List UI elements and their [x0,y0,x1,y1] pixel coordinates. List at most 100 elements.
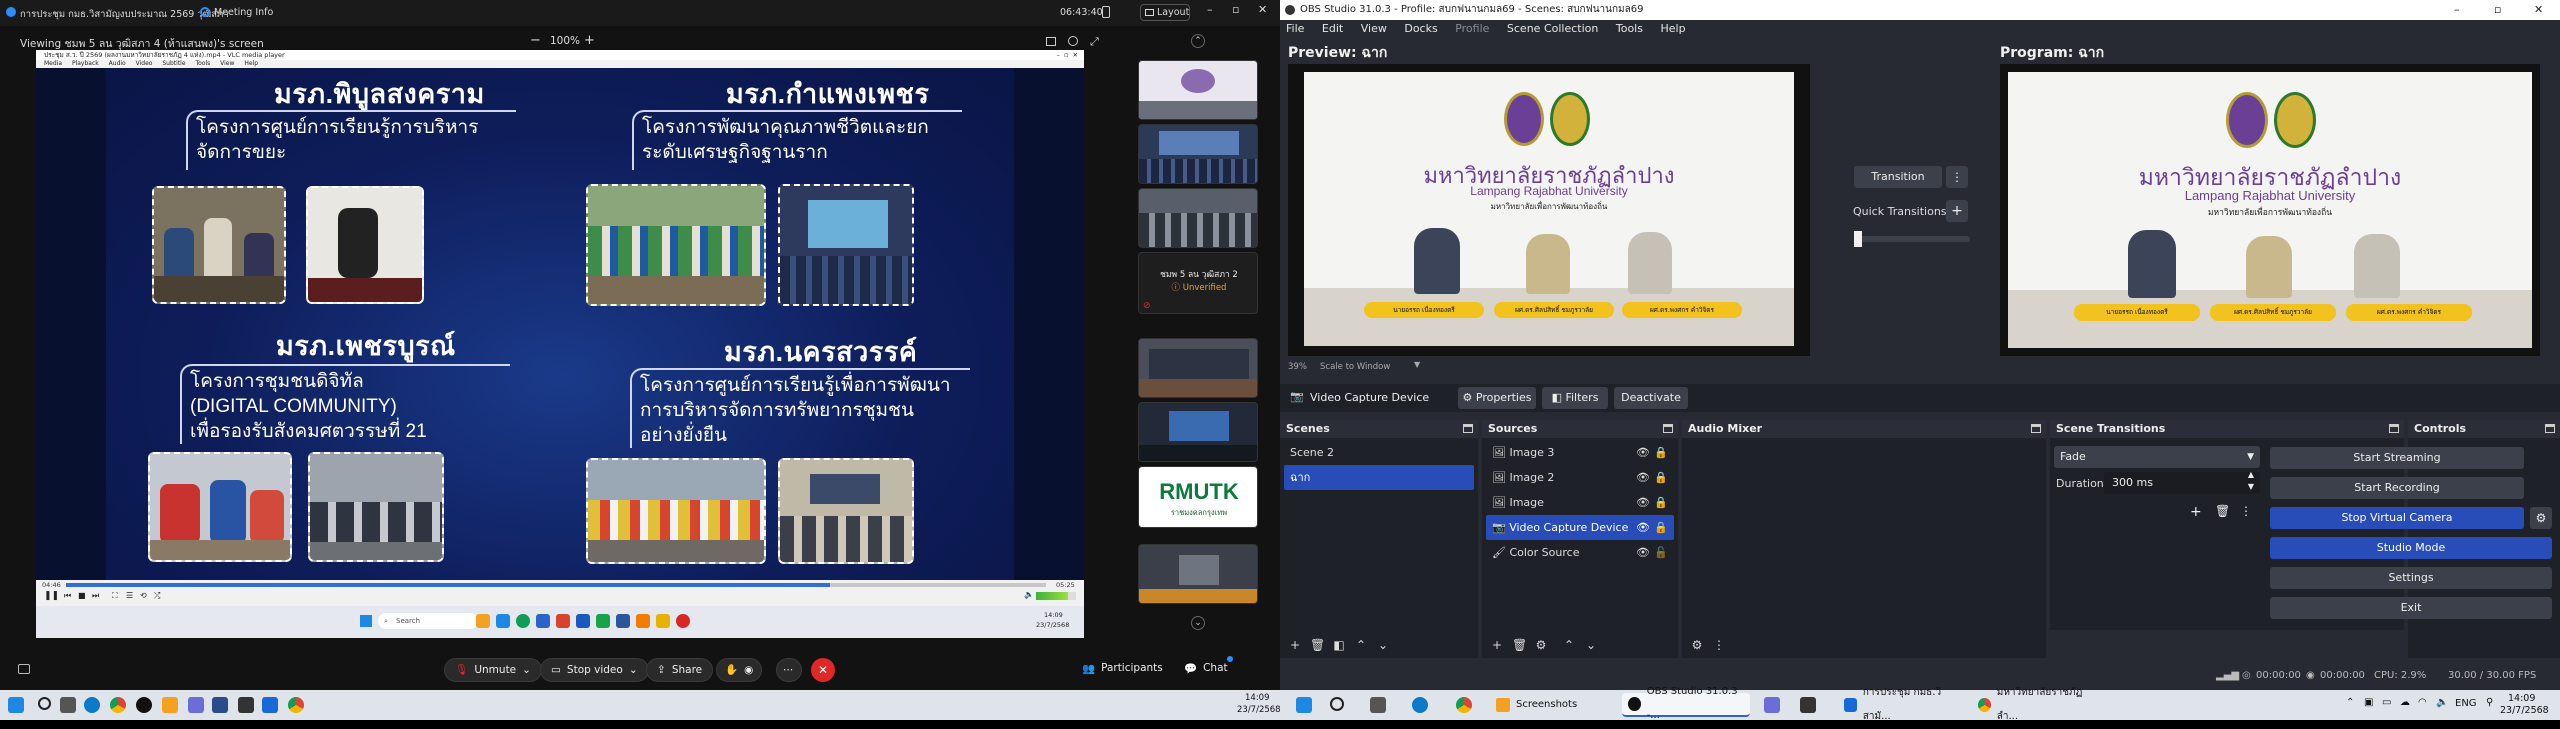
reactions-button[interactable]: ✋ ◉ [716,658,763,682]
source-item[interactable]: 🖼 Image 👁 🔒 [1486,490,1674,515]
obs-menu-profile[interactable]: Profile [1455,22,1489,35]
tray-app-icon[interactable]: ▣ [2364,697,2373,708]
vlc-menu-audio[interactable]: Audio [109,60,126,67]
participant-thumb-1[interactable] [1138,60,1258,120]
advanced-audio-icon[interactable]: ⚙ [1690,638,1704,652]
scroll-down-icon[interactable]: ⌄ [1191,616,1205,630]
leave-button[interactable]: ✕ [811,658,835,682]
source-item-selected[interactable]: 📷 Video Capture Device 👁 🔒 [1486,515,1674,540]
scene-filters-icon[interactable]: ◧ [1332,638,1346,652]
remove-source-icon[interactable]: 🗑 [1512,638,1527,652]
source-properties-icon[interactable]: ⚙ [1534,638,1548,652]
participant-thumb-8[interactable] [1138,544,1258,604]
vlc-menu-view[interactable]: View [220,60,234,67]
transition-menu-icon[interactable]: ⋮ [1946,166,1968,188]
vlc-menu-tools[interactable]: Tools [195,60,210,67]
participant-thumb-5[interactable] [1138,338,1258,398]
obs-menu-edit[interactable]: Edit [1322,22,1343,35]
source-item[interactable]: 🖼 Image 3 👁 🔒 [1486,440,1674,465]
settings-button[interactable]: Settings [2270,567,2552,589]
participants-button[interactable]: 👥 Participants [1082,662,1163,675]
start-icon[interactable] [1296,697,1312,713]
obs-menu-help[interactable]: Help [1660,22,1685,35]
layout-button[interactable]: Layout [1140,4,1190,21]
scroll-up-icon[interactable]: ⌃ [1191,34,1205,48]
start-streaming-button[interactable]: Start Streaming [2270,447,2524,469]
add-source-icon[interactable]: + [1490,638,1504,652]
vlc-play-pause-button[interactable]: ❚❚ [44,591,59,601]
zoom-in-button[interactable]: + [584,33,595,48]
visibility-eye-icon[interactable]: 👁 [1636,440,1650,465]
obs-menu-tools[interactable]: Tools [1616,22,1643,35]
app-icon[interactable] [238,697,254,713]
tbar-slider[interactable] [1854,231,1970,247]
scene-item[interactable]: Scene 2 [1284,440,1474,465]
maximize-button[interactable]: ▫ [1232,3,1239,16]
edge-icon[interactable] [1412,697,1428,713]
scene-item-selected[interactable]: ฉาก [1284,465,1474,490]
vlc-next-button[interactable]: ⏭ [92,591,99,601]
fullscreen-icon[interactable]: ⤢ [1090,35,1099,49]
task-view-icon[interactable] [1370,697,1386,713]
app-icon[interactable] [188,697,204,713]
language-indicator[interactable]: ENG [2455,698,2477,709]
chrome-icon[interactable] [110,697,126,713]
tray-chevron-icon[interactable]: ⌃ [2346,697,2354,708]
vlc-menu-help[interactable]: Help [244,60,258,67]
taskbar-app-obs[interactable]: OBS Studio 31.0.3 -... [1622,686,1750,721]
move-down-icon[interactable]: ⌄ [1376,638,1390,652]
add-quick-transition-button[interactable]: + [1946,200,1968,222]
obs-menu-scene-collection[interactable]: Scene Collection [1507,22,1598,35]
app-icon[interactable] [1764,697,1780,713]
add-scene-icon[interactable]: + [1288,638,1302,652]
vlc-loop-button[interactable]: ⟲ [140,591,147,600]
studio-mode-button[interactable]: Studio Mode [2270,537,2552,559]
close-button[interactable]: ✕ [1258,3,1267,16]
virtual-camera-settings-icon[interactable]: ⚙ [2530,507,2552,529]
properties-button[interactable]: ⚙ Properties [1458,387,1536,409]
zoom-view-icon[interactable] [1068,36,1078,46]
filters-button[interactable]: ◧ Filters [1542,387,1608,409]
transition-properties-icon[interactable]: ⋮ [2240,504,2252,518]
vlc-menu-playback[interactable]: Playback [72,60,99,67]
transition-button[interactable]: Transition [1854,166,1942,188]
tbar-handle[interactable] [1854,231,1862,247]
tab-meeting-info[interactable]: Meeting Info [214,7,273,18]
chat-button[interactable]: 💬 Chat [1184,662,1228,675]
vlc-seek-bar[interactable] [66,583,1046,587]
start-icon[interactable] [8,697,24,713]
source-item[interactable]: 🖌 Color Source 👁 🔓 [1486,540,1674,565]
popout-icon[interactable] [1046,37,1056,46]
search-icon[interactable] [38,697,51,710]
participant-thumb-2[interactable] [1138,124,1258,184]
tab-meeting[interactable]: การประชุม กมธ.วิสามัญงบประมาณ 2569 วุฒิส… [20,7,229,22]
visibility-eye-icon[interactable]: 👁 [1636,465,1650,490]
lock-icon[interactable]: 🔒 [1654,440,1668,465]
unlock-icon[interactable]: 🔓 [1654,540,1668,565]
task-view-icon[interactable] [60,697,76,713]
notification-icon[interactable]: ⚲ [2486,697,2493,708]
taskbar-app-screenshots[interactable]: Screenshots [1490,693,1602,717]
lock-icon[interactable]: 🔒 [1654,490,1668,515]
vlc-menu-media[interactable]: Media [44,60,62,67]
obs-menu-docks[interactable]: Docks [1404,22,1437,35]
vlc-prev-button[interactable]: ⏮ [64,591,71,601]
move-up-icon[interactable]: ⌃ [1354,638,1368,652]
vlc-volume-slider[interactable] [1036,592,1076,600]
obs-icon[interactable] [136,697,152,713]
zoom-out-button[interactable]: − [530,33,541,48]
stop-video-button[interactable]: ▭ Stop video ⌄ [540,658,649,682]
mixer-menu-icon[interactable]: ⋮ [1712,638,1726,652]
zoom-icon[interactable] [262,697,278,713]
transition-select[interactable]: Fade ▼ [2054,446,2260,468]
participant-thumb-6[interactable] [1138,402,1258,462]
chrome-icon[interactable] [288,697,304,713]
duration-input[interactable]: 300 ms ▲ ▼ [2104,470,2260,494]
more-button[interactable]: ⋯ [776,658,802,682]
obs-menu-file[interactable]: File [1286,22,1304,35]
visibility-eye-icon[interactable]: 👁 [1636,540,1650,565]
vlc-stop-button[interactable]: ■ [78,591,86,600]
minimize-button[interactable]: – [1207,3,1213,16]
obs-menu-view[interactable]: View [1361,22,1387,35]
search-icon[interactable] [1330,697,1344,711]
